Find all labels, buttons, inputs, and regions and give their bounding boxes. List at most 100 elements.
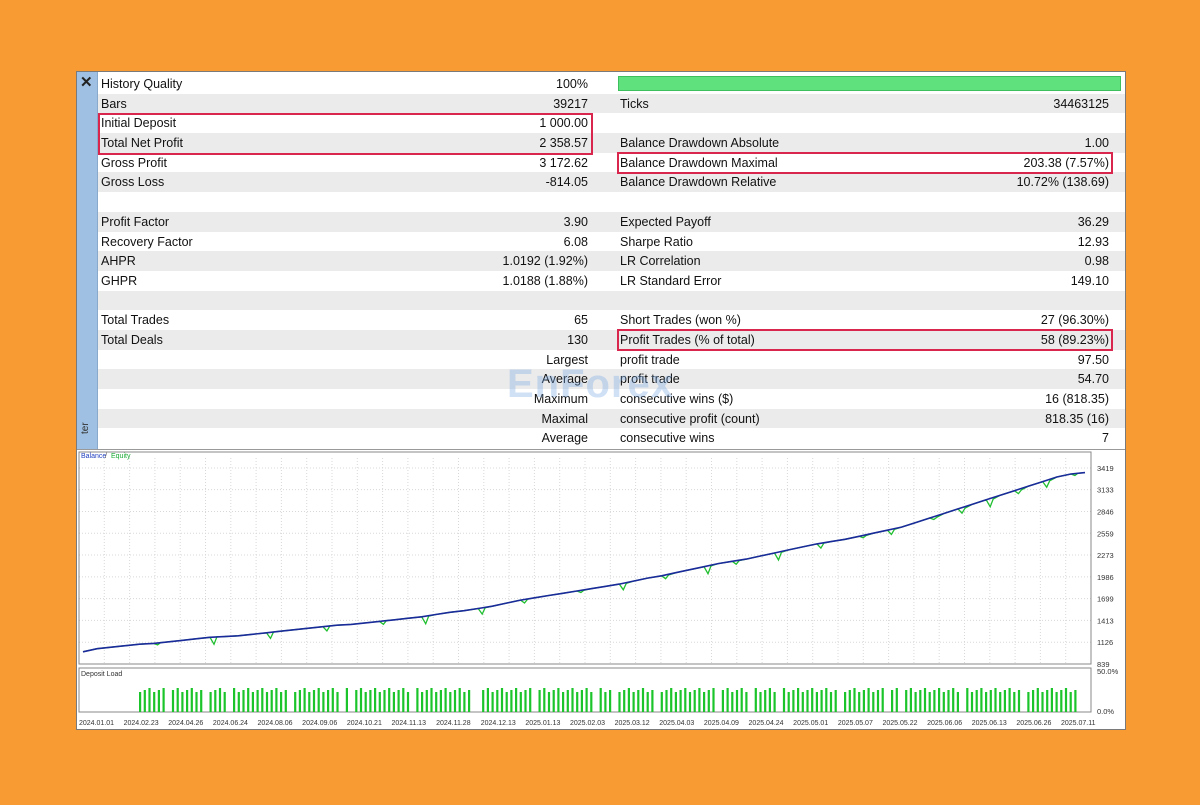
deposit-load-bar [369,690,372,712]
x-tick-label: 2025.05.07 [838,720,873,727]
x-tick-label: 2025.03.12 [615,720,650,727]
x-tick-label: 2024.08.06 [258,720,293,727]
deposit-load-bar [698,688,701,712]
metric-value: Average [541,431,588,446]
close-icon[interactable]: ✕ [80,75,93,91]
deposit-load-bar [604,692,607,712]
deposit-load-bar [416,688,419,712]
report-row: Bars 39217 Ticks 34463125 [98,93,1125,114]
metric-value: 39217 [553,96,588,111]
metric-value: -814.05 [545,175,588,190]
metric-value-right: 27 (96.30%) [1040,313,1109,328]
deposit-load-bar [735,690,739,712]
vertical-tab-label[interactable]: ter [80,422,91,434]
deposit-load-bar [435,692,438,712]
deposit-load-bar [609,690,612,712]
x-tick-label: 2025.04.24 [749,720,784,727]
deposit-load-bar [853,688,856,712]
deposit-load-bar [590,692,593,712]
x-tick-label: 2024.02.23 [124,720,159,727]
deposit-load-bar [623,690,626,712]
deposit-load-bar [693,690,696,712]
deposit-load-bar [797,688,800,712]
deposit-load-bar [726,688,729,712]
metric-label: History Quality [101,77,183,91]
deposit-load-bar [458,688,461,712]
deposit-load-label: Deposit Load [81,671,122,678]
deposit-load-bar [317,688,320,712]
x-tick-label: 2024.04.26 [168,720,203,727]
y-tick-label: 2846 [1097,507,1114,516]
deposit-load-bar [618,692,621,712]
deposit-load-bar [1041,692,1044,712]
deposit-load-bar [844,692,847,712]
deposit-load-bar [157,690,160,712]
metric-value-right: 149.10 [1070,273,1109,288]
deposit-load-bar [251,692,254,712]
deposit-load-bar [881,688,884,712]
report-row: GHPR 1.0188 (1.88%) LR Standard Error 149.1… [98,271,1125,291]
deposit-load-bar [355,690,358,712]
legend-equity: Equity [111,453,131,460]
deposit-load-bar [280,692,283,712]
deposit-load-bar [712,688,715,712]
deposit-load-bar [999,692,1002,712]
deposit-load-bar [425,690,428,712]
deposit-load-bar [543,688,546,712]
deposit-load-tick: 0.0% [1097,707,1114,716]
deposit-load-bar [153,692,156,712]
x-tick-label: 2025.04.09 [704,720,739,727]
deposit-load-bar [641,688,645,712]
deposit-load-bar [265,692,269,712]
deposit-load-bar [815,692,818,712]
metric-value-right: 34463125 [1053,96,1109,111]
report-row: Total Trades 65 Short Trades (won %) 27 (96… [98,310,1125,330]
deposit-load-bar [580,690,583,712]
y-tick-label: 3133 [1097,486,1114,495]
deposit-load-bar [482,690,485,712]
deposit-load-bar [430,688,433,712]
metric-label: Total Deals [101,332,163,347]
deposit-load-bar [956,692,959,712]
metric-label-right: Balance Drawdown Absolute [620,136,780,151]
deposit-load-bar [764,690,767,712]
deposit-load-bar [1013,692,1016,712]
balance-line [82,471,1086,653]
deposit-load-bar [754,688,757,712]
deposit-load-bar [688,692,692,712]
deposit-load-bar [627,688,630,712]
metric-value-right: 818.35 (16) [1045,411,1109,426]
metric-label: Gross Loss [101,175,165,190]
deposit-load-bar [660,692,663,712]
deposit-load-bar [665,690,668,712]
x-tick-label: 2024.01.01 [79,720,114,727]
deposit-load-bar [867,688,870,712]
y-tick-label: 2273 [1097,551,1114,560]
highlight-profit-trades [617,329,1113,351]
deposit-load-bar [970,692,974,712]
metric-label: Gross Profit [101,155,167,170]
deposit-load-bar [872,692,875,712]
deposit-load-bar [256,690,259,712]
deposit-load-bar [679,690,682,712]
deposit-load-bar [1003,690,1006,712]
deposit-load-bar [331,688,334,712]
deposit-load-bar [270,690,273,712]
deposit-load-bar [952,688,955,712]
deposit-load-bar [876,690,880,712]
deposit-load-bar [421,692,424,712]
deposit-load-tick: 50.0% [1097,667,1119,676]
deposit-load-bar [547,692,551,712]
deposit-load-bar [703,692,706,712]
deposit-load-bar [985,692,988,712]
deposit-load-bar [707,690,710,712]
deposit-load-bar [1027,692,1030,712]
deposit-load-bar [914,692,917,712]
deposit-load-bar [938,688,941,712]
deposit-load-bar [721,690,724,712]
metric-value-right: 36.29 [1077,214,1109,229]
legend-separator: / [105,453,107,460]
metric-value-right: 7 [1102,431,1109,446]
deposit-load-bar [552,690,555,712]
report-row [98,192,1125,212]
